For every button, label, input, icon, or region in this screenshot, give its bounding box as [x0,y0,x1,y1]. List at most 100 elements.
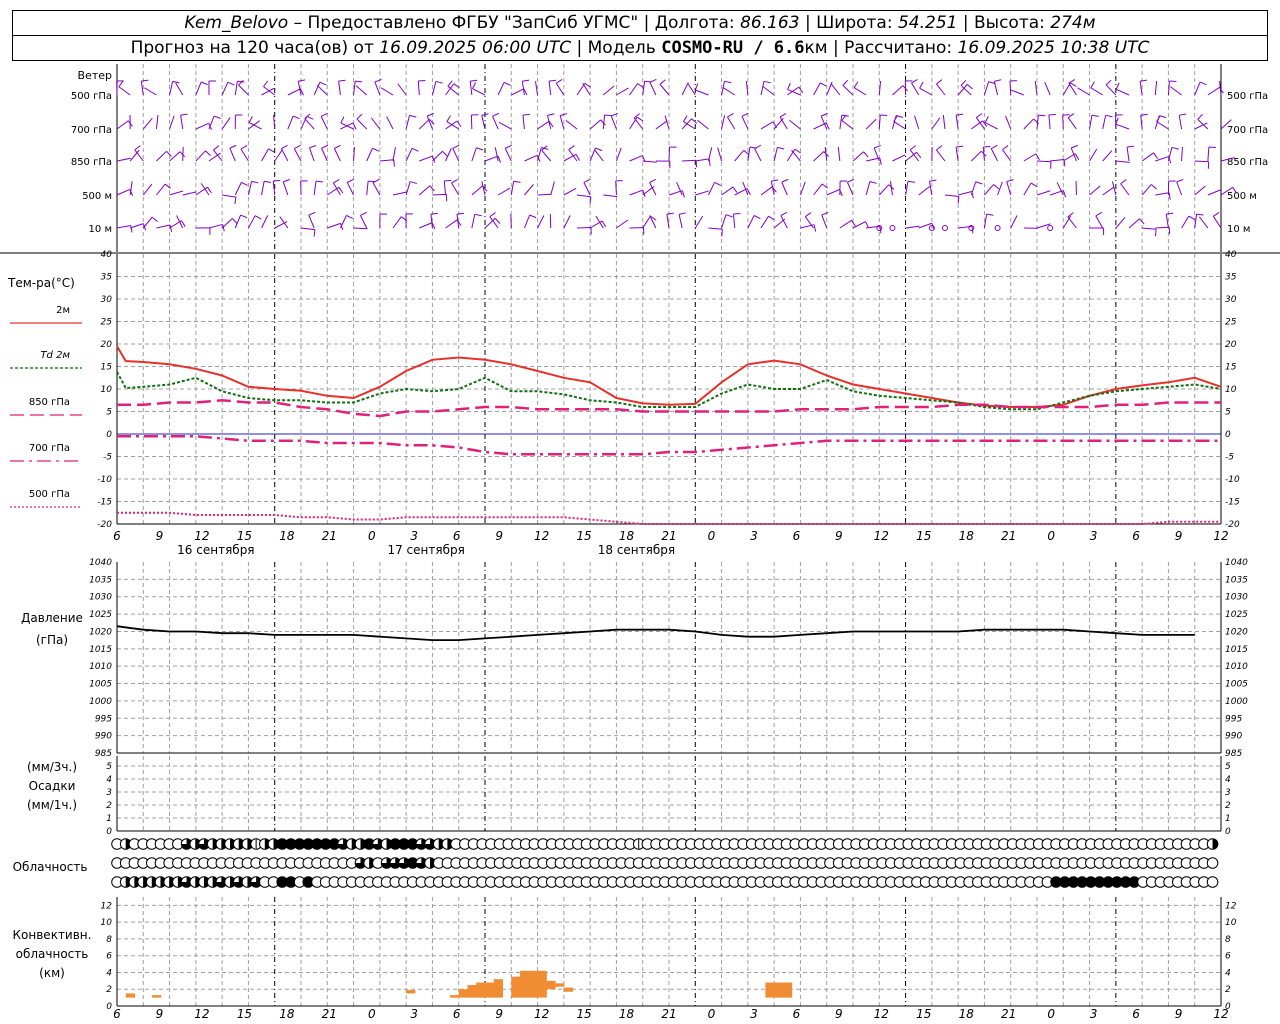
wind-barb [200,183,210,196]
pressure-tick-label: 1035 [89,575,112,585]
hour-label: 0 [1047,529,1055,543]
wind-barb [846,181,854,196]
hour-label-bottom: 6 [1132,1007,1140,1021]
wind-barb [839,115,843,130]
wind-calm-mark [889,225,896,231]
wind-barb-feather [771,179,779,182]
wind-barb [1002,149,1012,162]
wind-barb [779,116,788,130]
wind-barb-feather [340,116,345,124]
wind-barb-feather [476,147,484,151]
conv-tick-label: 6 [1225,952,1231,962]
wind-barb [1167,147,1173,162]
legend-label: Td 2м [40,350,70,361]
wind-barb [426,115,433,130]
temp-tick-label: 40 [1225,250,1237,260]
conv-bar [555,983,565,987]
wind-barb [878,114,881,130]
wind-level-label: 700 гПа [71,125,112,136]
wind-barb-feather [865,221,870,229]
wind-barb-feather [251,180,259,184]
wind-barb-feather [1095,211,1103,217]
wind-barb [918,185,931,196]
wind-barb [563,215,571,229]
wind-barb [1181,146,1183,162]
temp-tick-label: 20 [101,340,113,350]
wind-barb-feather [134,145,141,151]
wind-barb [446,121,459,130]
wind-barb [419,155,433,162]
conv-tick-label: 8 [1225,935,1231,945]
wind-barb-feather [393,159,395,167]
wind-barb [1067,117,1077,130]
wind-barb [116,157,131,162]
legend-label: 700 гПа [29,443,70,454]
conv-bar [476,982,486,998]
conv-bar [152,995,162,998]
precip-tick-label: 2 [106,801,112,811]
wind-barb-feather [966,84,973,90]
cloud-title: Облачность [13,860,88,874]
day-label: 17 сентября [387,543,464,557]
wind-barb [1090,87,1103,96]
precip-unit: (мм/3ч.) [27,760,77,774]
wind-barb [865,181,871,196]
wind-barb [721,214,727,229]
wind-barb [443,181,447,196]
wind-barb [878,81,882,96]
hour-label: 3 [1090,529,1098,543]
wind-barb [655,120,668,130]
pressure-tick-label: 995 [95,714,112,724]
wind-barb [419,222,433,229]
wind-barb-feather [347,178,354,183]
wind-barb-feather [444,179,452,182]
wind-barb [760,186,773,196]
wind-barb-feather [604,114,612,117]
wind-barb [313,181,317,196]
wind-barb-feather [241,181,248,186]
pressure-tick-label: 1030 [89,593,112,603]
wind-barb-feather [1213,212,1220,217]
wind-barb-feather [853,81,859,88]
wind-barb [781,181,788,196]
wind-barb [813,183,823,196]
wind-barb [629,116,638,130]
wind-barb [813,82,821,96]
wind-calm-mark [1047,225,1054,231]
wind-barb-feather [205,150,211,156]
wind-barb [116,188,131,196]
wind-barb-feather [777,146,785,150]
wind-barb-feather [780,211,788,217]
hour-label: 6 [793,529,801,543]
wind-barb [754,148,762,162]
wind-barb [682,159,697,162]
wind-barb [221,82,229,96]
wind-barb [537,147,542,162]
wind-barb [522,115,525,130]
hour-label-bottom: 9 [1175,1007,1183,1021]
wind-barb-feather [492,112,500,117]
wind-barb-feather [956,113,964,116]
wind-barb [1102,186,1115,196]
conv-tick-label: 2 [1225,985,1231,995]
wind-barb-feather [986,213,994,216]
wind-barb [942,115,946,130]
wind-barb [550,181,555,196]
hour-label-bottom: 12 [534,1007,549,1021]
wind-barb [300,227,315,231]
precip-tick-label: 5 [106,762,112,772]
pressure-title: Давление [21,611,83,625]
wind-barb [360,215,368,229]
wind-barb-feather [333,178,340,184]
wind-barb-feather [547,113,555,116]
wind-barb-feather [691,118,698,124]
wind-barb [1036,190,1051,196]
wind-barb [537,193,552,196]
pressure-tick-label: 985 [95,749,112,759]
wind-barb-feather [984,116,989,123]
wind-barb-feather [207,186,212,194]
wind-barb-feather [213,145,220,151]
wind-barb-feather [229,144,237,149]
wind-barb [1181,215,1190,229]
temp-tick-label: 40 [101,250,113,260]
